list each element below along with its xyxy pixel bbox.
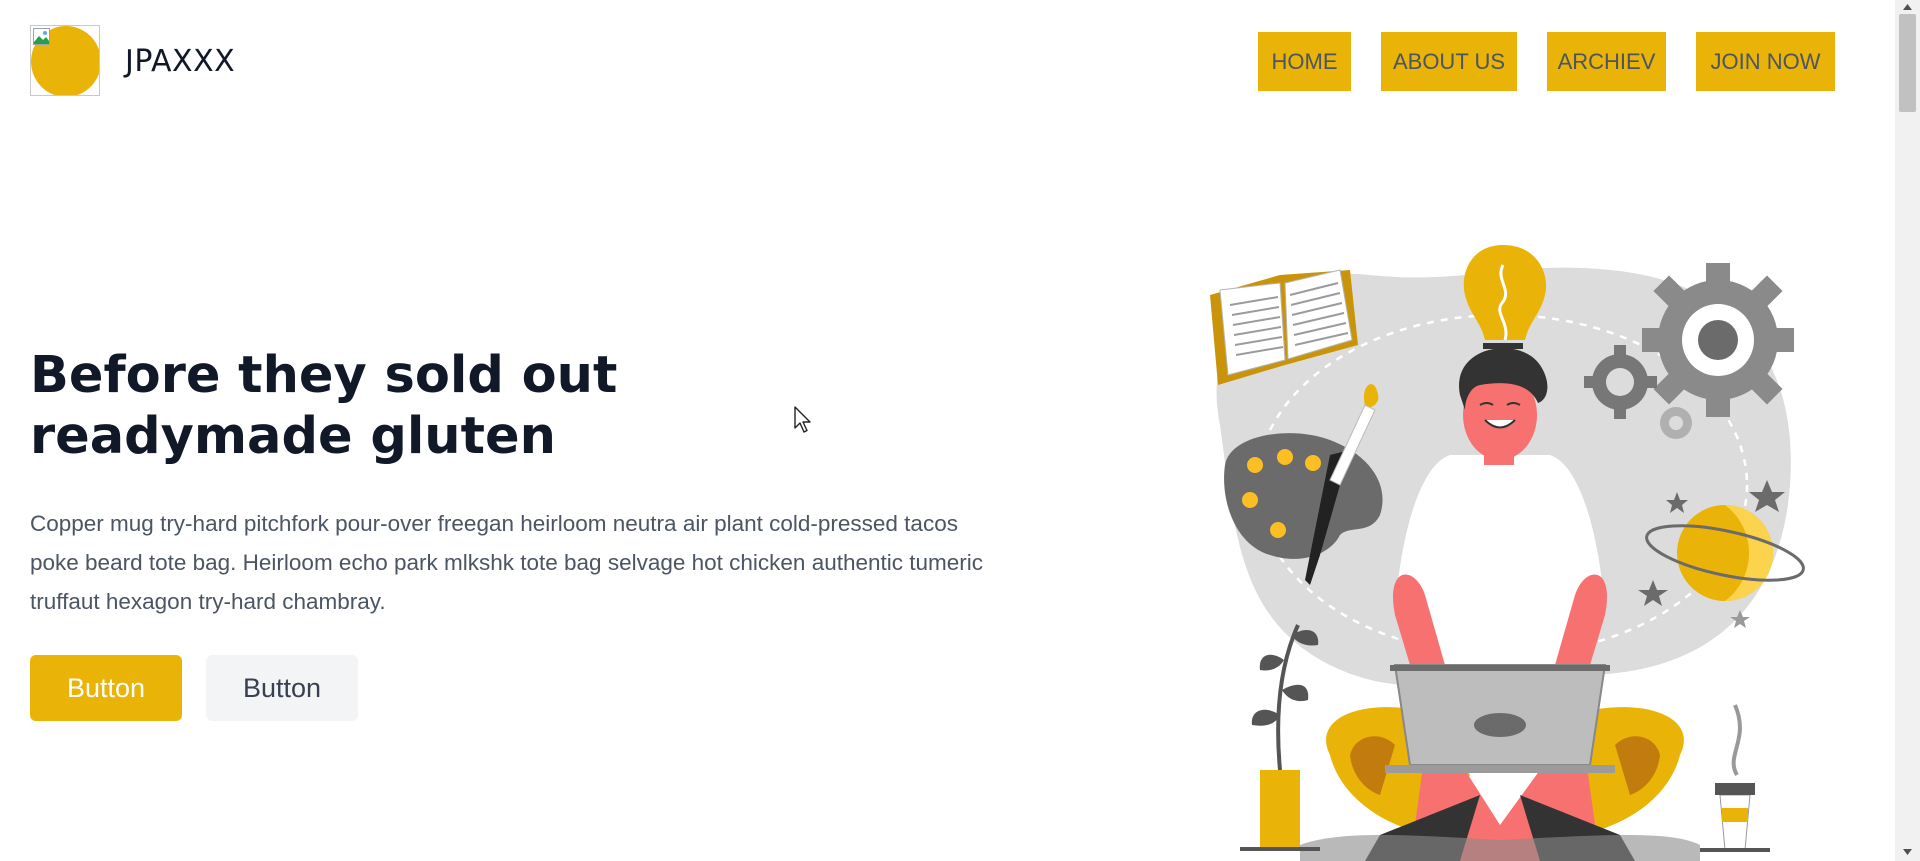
mouse-cursor-icon [794,406,811,433]
hero-title-line-2: readymade gluten [30,407,556,466]
scroll-up-arrow-icon[interactable] [1900,2,1915,12]
broken-image-icon [33,28,50,45]
nav-join-now-button[interactable]: JOIN NOW [1696,32,1835,91]
tiny-gear-icon [1660,407,1692,439]
scroll-down-arrow-icon[interactable] [1900,847,1915,857]
nav-home-button[interactable]: HOME [1258,32,1351,91]
vertical-scrollbar[interactable] [1895,0,1920,861]
hero-illustration [1210,245,1805,861]
nav-archiev-button[interactable]: ARCHIEV [1547,32,1666,91]
scrollbar-thumb[interactable] [1899,14,1916,112]
hero-title-line-1: Before they sold out [30,346,618,405]
coffee-cup-icon [1700,704,1770,852]
logo-image-icon[interactable] [30,25,100,96]
page-viewport: JPAXXX HOME ABOUT US ARCHIEV JOIN NOW Be… [0,0,1895,861]
large-gear-icon [1642,263,1794,417]
plant-icon [1240,624,1320,851]
primary-button[interactable]: Button [30,655,182,721]
secondary-button[interactable]: Button [206,655,358,721]
brand-name[interactable]: JPAXXX [125,44,235,80]
hero-title: Before they sold out readymade gluten [30,345,650,467]
nav-about-us-button[interactable]: ABOUT US [1381,32,1517,91]
hero-description: Copper mug try-hard pitchfork pour-over … [30,511,984,614]
